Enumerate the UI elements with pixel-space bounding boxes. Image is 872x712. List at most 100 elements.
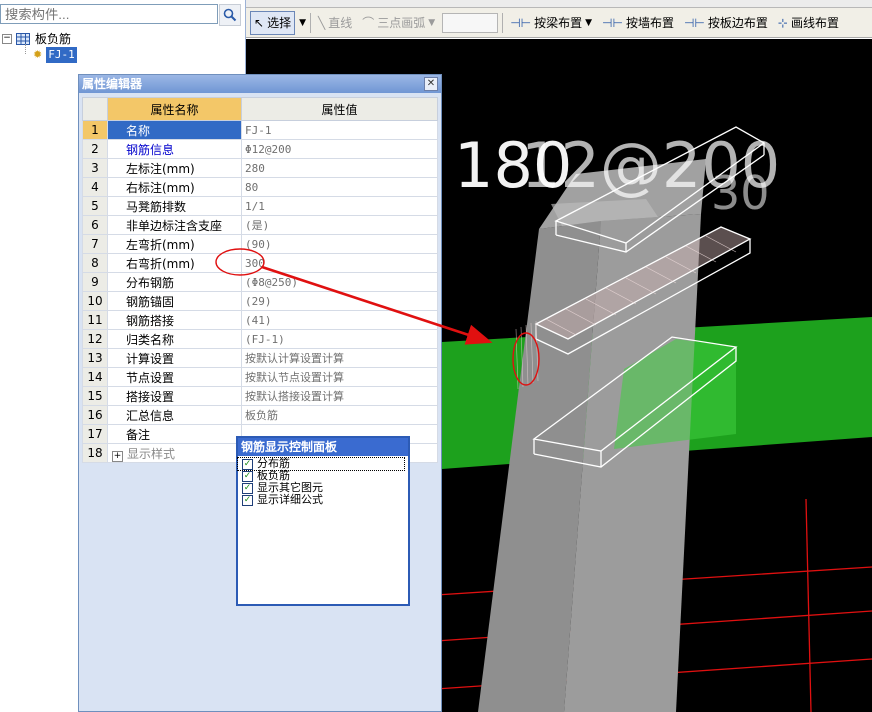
property-value-cell[interactable]: (29) <box>241 291 438 311</box>
top-toolbar-strip <box>246 0 872 8</box>
property-name-cell[interactable]: 汇总信息 <box>107 405 242 425</box>
row-number: 17 <box>82 424 108 444</box>
property-row[interactable]: 10 钢筋锚固 (29) <box>82 291 438 311</box>
grid-icon <box>16 33 30 45</box>
property-name: 左弯折(mm) <box>126 237 195 252</box>
property-editor-title: 属性编辑器 <box>82 77 143 91</box>
property-name-cell[interactable]: 搭接设置 <box>107 386 242 406</box>
select-button[interactable]: ↖ 选择 <box>250 10 296 35</box>
property-name-cell[interactable]: 左标注(mm) <box>107 158 242 178</box>
checkbox[interactable]: ✓ <box>242 458 253 470</box>
close-icon: ✕ <box>426 78 436 89</box>
arc-button[interactable]: ⌒ 三点画弧 ▼ <box>359 12 438 34</box>
property-value-cell[interactable]: (Φ8@250) <box>241 272 438 292</box>
property-name-cell[interactable]: 分布钢筋 <box>107 272 242 292</box>
property-value-cell[interactable]: (90) <box>241 234 438 254</box>
property-name: 备注 <box>126 427 151 442</box>
property-row[interactable]: 1 名称 FJ-1 <box>82 120 438 140</box>
property-name-cell[interactable]: 钢筋搭接 <box>107 310 242 330</box>
expand-icon[interactable]: + <box>112 450 123 462</box>
property-row[interactable]: 7 左弯折(mm) (90) <box>82 234 438 254</box>
checkbox[interactable]: ✓ <box>242 482 253 494</box>
cursor-icon: ↖ <box>254 15 265 30</box>
property-row[interactable]: 15 搭接设置 按默认搭接设置计算 <box>82 386 438 406</box>
property-row[interactable]: 8 右弯折(mm) 300 <box>82 253 438 273</box>
property-value-cell[interactable]: 300 <box>241 253 438 273</box>
property-value-cell[interactable]: 80 <box>241 177 438 197</box>
property-name-cell[interactable]: 名称 <box>107 120 242 140</box>
property-name-cell[interactable]: 左弯折(mm) <box>107 234 242 254</box>
tree-node-fj1[interactable]: ✹ FJ-1 <box>33 47 77 63</box>
property-name-cell[interactable]: 钢筋信息 <box>107 139 242 159</box>
property-name-cell[interactable]: 右弯折(mm) <box>107 253 242 273</box>
property-value-cell[interactable]: 板负筋 <box>241 405 438 425</box>
rebar-panel-title[interactable]: 钢筋显示控制面板 <box>238 438 408 456</box>
row-number: 7 <box>82 234 108 254</box>
draw-toolbar: ↖ 选择 ▼ ╲ 直线 ⌒ 三点画弧 ▼ ⊣⊢ 按梁布置 ▼ ⊣⊢ 按墙布置 ⊣… <box>246 8 872 38</box>
tree-node-root[interactable]: − 板负筋 <box>2 31 73 47</box>
property-editor-window: 属性编辑器 ✕ 属性名称 属性值 1 名称 FJ-1 2 钢筋信息 Φ12@200 3 左标注… <box>78 74 442 712</box>
draw-line-button[interactable]: ⊹ 画线布置 <box>775 12 842 34</box>
gear-icon: ✹ <box>33 48 43 61</box>
close-button[interactable]: ✕ <box>424 77 438 91</box>
property-name-cell[interactable]: 马凳筋排数 <box>107 196 242 216</box>
checkbox[interactable]: ✓ <box>242 470 253 482</box>
property-name: 非单边标注含支座 <box>126 218 223 233</box>
property-value-cell[interactable]: 按默认搭接设置计算 <box>241 386 438 406</box>
property-name-cell[interactable]: + 显示样式 <box>107 443 242 463</box>
arc-dropdown-icon[interactable]: ▼ <box>428 18 435 28</box>
property-name-cell[interactable]: 归类名称 <box>107 329 242 349</box>
by-wall-button[interactable]: ⊣⊢ 按墙布置 <box>599 12 677 34</box>
collapse-icon[interactable]: − <box>2 34 12 44</box>
property-name-cell[interactable]: 节点设置 <box>107 367 242 387</box>
rebar-display-panel: 钢筋显示控制面板 ✓ 分布筋 ✓ 板负筋 ✓ 显示其它图元 ✓ 显示详细公式 <box>236 436 410 606</box>
search-button[interactable] <box>219 4 241 26</box>
property-value-cell[interactable]: 按默认计算设置计算 <box>241 348 438 368</box>
property-name: 搭接设置 <box>126 389 175 404</box>
property-editor-titlebar[interactable]: 属性编辑器 ✕ <box>79 75 441 93</box>
property-row[interactable]: 13 计算设置 按默认计算设置计算 <box>82 348 438 368</box>
property-name: 名称 <box>126 123 151 138</box>
property-value-cell[interactable]: (41) <box>241 310 438 330</box>
row-number: 9 <box>82 272 108 292</box>
by-beam-button[interactable]: ⊣⊢ 按梁布置 ▼ <box>507 12 595 34</box>
property-row[interactable]: 9 分布钢筋 (Φ8@250) <box>82 272 438 292</box>
by-beam-label: 按梁布置 <box>534 16 583 30</box>
property-value-cell[interactable]: (是) <box>241 215 438 235</box>
property-value-cell[interactable]: Φ12@200 <box>241 139 438 159</box>
property-name-cell[interactable]: 钢筋锚固 <box>107 291 242 311</box>
property-name: 马凳筋排数 <box>126 199 187 214</box>
property-row[interactable]: 16 汇总信息 板负筋 <box>82 405 438 425</box>
select-dropdown-icon[interactable]: ▼ <box>299 18 306 28</box>
property-value-cell[interactable]: (FJ-1) <box>241 329 438 349</box>
property-name-header[interactable]: 属性名称 <box>107 97 242 121</box>
property-name: 显示样式 <box>127 446 176 461</box>
property-row[interactable]: 3 左标注(mm) 280 <box>82 158 438 178</box>
line-button[interactable]: ╲ 直线 <box>315 12 355 34</box>
property-row[interactable]: 2 钢筋信息 Φ12@200 <box>82 139 438 159</box>
property-name-cell[interactable]: 右标注(mm) <box>107 177 242 197</box>
property-table-header: 属性名称 属性值 <box>82 97 438 121</box>
arc-param-combo[interactable] <box>442 12 499 33</box>
property-row[interactable]: 12 归类名称 (FJ-1) <box>82 329 438 349</box>
property-row[interactable]: 6 非单边标注含支座 (是) <box>82 215 438 235</box>
line-icon: ╲ <box>318 15 326 30</box>
by-slab-edge-button[interactable]: ⊣⊢ 按板边布置 <box>681 12 771 34</box>
property-value-cell[interactable]: 280 <box>241 158 438 178</box>
rebar-option-row[interactable]: ✓ 显示详细公式 <box>238 494 408 506</box>
property-name-cell[interactable]: 计算设置 <box>107 348 242 368</box>
property-row[interactable]: 11 钢筋搭接 (41) <box>82 310 438 330</box>
property-row[interactable]: 4 右标注(mm) 80 <box>82 177 438 197</box>
property-row[interactable]: 5 马凳筋排数 1/1 <box>82 196 438 216</box>
property-value-cell[interactable]: 1/1 <box>241 196 438 216</box>
property-name-cell[interactable]: 非单边标注含支座 <box>107 215 242 235</box>
property-value-cell[interactable]: 按默认节点设置计算 <box>241 367 438 387</box>
property-row[interactable]: 14 节点设置 按默认节点设置计算 <box>82 367 438 387</box>
property-value-header[interactable]: 属性值 <box>241 97 438 121</box>
by-beam-dropdown-icon[interactable]: ▼ <box>585 18 592 28</box>
property-value-cell[interactable]: FJ-1 <box>241 120 438 140</box>
property-name-cell[interactable]: 备注 <box>107 424 242 444</box>
search-input[interactable] <box>0 4 218 24</box>
property-name: 钢筋信息 <box>126 142 175 157</box>
checkbox[interactable]: ✓ <box>242 494 253 506</box>
